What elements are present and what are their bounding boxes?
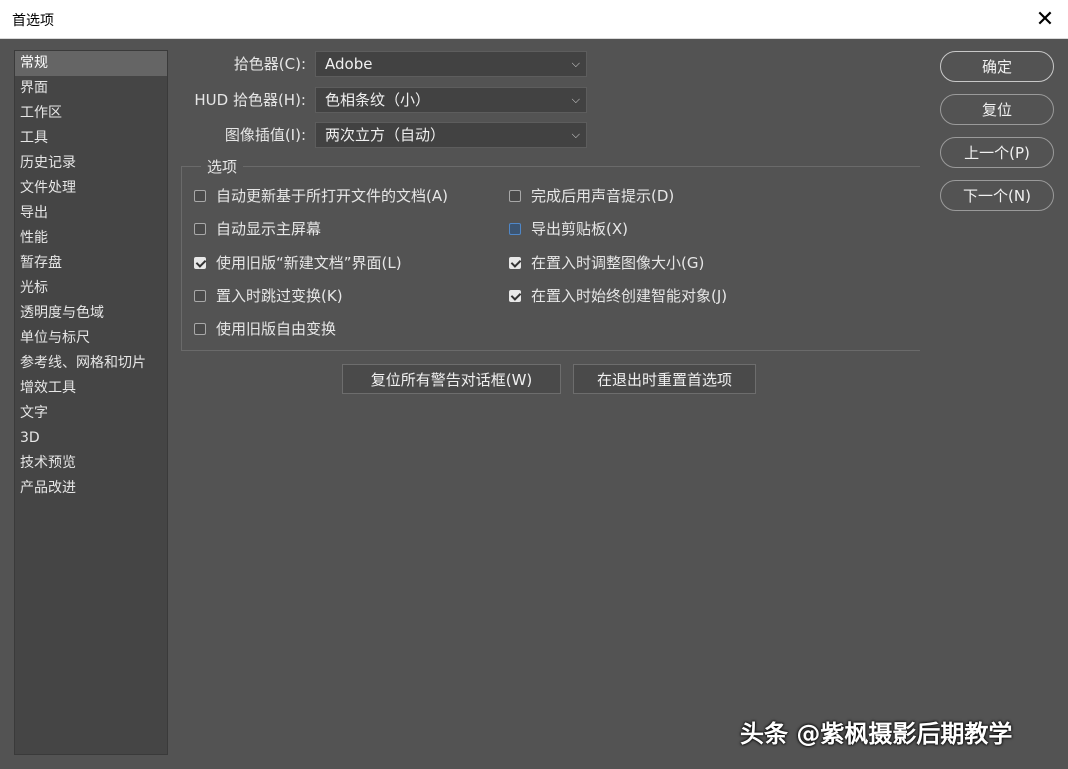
checkbox-box[interactable]	[509, 222, 521, 235]
title-bar: 首选项 ✕	[0, 0, 1068, 39]
image-interpolation-select[interactable]: 两次立方（自动） ⌵	[315, 122, 587, 148]
checkbox-show-home-screen[interactable]: 自动显示主屏幕	[194, 218, 321, 239]
sidebar-item-plugins[interactable]: 增效工具	[15, 376, 167, 401]
image-interpolation-label: 图像插值(I):	[224, 126, 306, 144]
sidebar-item-scratch-disks[interactable]: 暂存盘	[15, 251, 167, 276]
checkbox-label: 使用旧版“新建文档”界面(L)	[216, 254, 402, 272]
options-group-border	[181, 166, 920, 167]
options-group-border	[181, 166, 182, 350]
checkbox-label: 导出剪贴板(X)	[531, 220, 628, 238]
checkbox-resize-on-place[interactable]: 在置入时调整图像大小(G)	[509, 252, 704, 273]
options-group-title: 选项	[201, 156, 244, 177]
checkbox-box[interactable]	[509, 289, 521, 302]
next-button[interactable]: 下一个(N)	[940, 180, 1054, 211]
reset-button[interactable]: 复位	[940, 94, 1054, 125]
color-picker-select[interactable]: Adobe ⌵	[315, 51, 587, 77]
options-group-border	[181, 350, 920, 351]
sidebar-item-export[interactable]: 导出	[15, 201, 167, 226]
checkbox-auto-update-documents[interactable]: 自动更新基于所打开文件的文档(A)	[194, 185, 448, 206]
hud-color-picker-select[interactable]: 色相条纹（小） ⌵	[315, 87, 587, 113]
ok-button[interactable]: 确定	[940, 51, 1054, 82]
checkbox-skip-transform[interactable]: 置入时跳过变换(K)	[194, 285, 343, 306]
checkbox-label: 完成后用声音提示(D)	[531, 187, 675, 205]
color-picker-label: 拾色器(C):	[233, 55, 306, 73]
sidebar-item-guides-grid[interactable]: 参考线、网格和切片	[15, 351, 167, 376]
sidebar-item-units-rulers[interactable]: 单位与标尺	[15, 326, 167, 351]
checkbox-box[interactable]	[509, 189, 521, 202]
sidebar-item-type[interactable]: 文字	[15, 401, 167, 426]
checkbox-box[interactable]	[194, 189, 206, 202]
checkbox-export-clipboard[interactable]: 导出剪贴板(X)	[509, 218, 628, 239]
checkbox-always-smart-objects[interactable]: 在置入时始终创建智能对象(J)	[509, 285, 727, 306]
checkbox-label: 置入时跳过变换(K)	[216, 287, 343, 305]
preferences-sidebar: 常规 界面 工作区 工具 历史记录 文件处理 导出 性能 暂存盘 光标 透明度与…	[14, 50, 168, 755]
checkbox-label: 自动更新基于所打开文件的文档(A)	[216, 187, 448, 205]
sidebar-item-file-handling[interactable]: 文件处理	[15, 176, 167, 201]
sidebar-item-3d[interactable]: 3D	[15, 426, 167, 451]
chevron-down-icon: ⌵	[571, 93, 580, 106]
checkbox-box[interactable]	[194, 256, 206, 269]
checkbox-label: 在置入时始终创建智能对象(J)	[531, 287, 728, 305]
sidebar-item-performance[interactable]: 性能	[15, 226, 167, 251]
watermark-text: 头条 @紫枫摄影后期教学	[740, 720, 1013, 748]
close-icon[interactable]: ✕	[1022, 0, 1068, 38]
checkbox-label: 在置入时调整图像大小(G)	[531, 254, 705, 272]
chevron-down-icon: ⌵	[571, 57, 580, 70]
image-interpolation-value: 两次立方（自动）	[325, 126, 446, 144]
sidebar-item-transparency[interactable]: 透明度与色域	[15, 301, 167, 326]
checkbox-legacy-free-transform[interactable]: 使用旧版自由变换	[194, 318, 336, 339]
checkbox-box[interactable]	[194, 322, 206, 335]
checkbox-beep-when-done[interactable]: 完成后用声音提示(D)	[509, 185, 674, 206]
color-picker-value: Adobe	[325, 55, 373, 73]
chevron-down-icon: ⌵	[571, 128, 580, 141]
sidebar-item-product-improvement[interactable]: 产品改进	[15, 476, 167, 501]
checkbox-legacy-new-document[interactable]: 使用旧版“新建文档”界面(L)	[194, 252, 402, 273]
checkbox-box[interactable]	[194, 222, 206, 235]
prev-button[interactable]: 上一个(P)	[940, 137, 1054, 168]
reset-on-quit-button[interactable]: 在退出时重置首选项	[573, 364, 756, 394]
checkbox-label: 自动显示主屏幕	[216, 220, 322, 238]
checkbox-label: 使用旧版自由变换	[216, 320, 337, 338]
sidebar-item-cursors[interactable]: 光标	[15, 276, 167, 301]
hud-color-picker-value: 色相条纹（小）	[325, 91, 431, 109]
sidebar-item-tech-preview[interactable]: 技术预览	[15, 451, 167, 476]
hud-color-picker-label: HUD 拾色器(H):	[194, 91, 306, 109]
window-title: 首选项	[12, 13, 54, 29]
sidebar-item-history[interactable]: 历史记录	[15, 151, 167, 176]
reset-warnings-button[interactable]: 复位所有警告对话框(W)	[342, 364, 561, 394]
checkbox-box[interactable]	[194, 289, 206, 302]
checkbox-box[interactable]	[509, 256, 521, 269]
